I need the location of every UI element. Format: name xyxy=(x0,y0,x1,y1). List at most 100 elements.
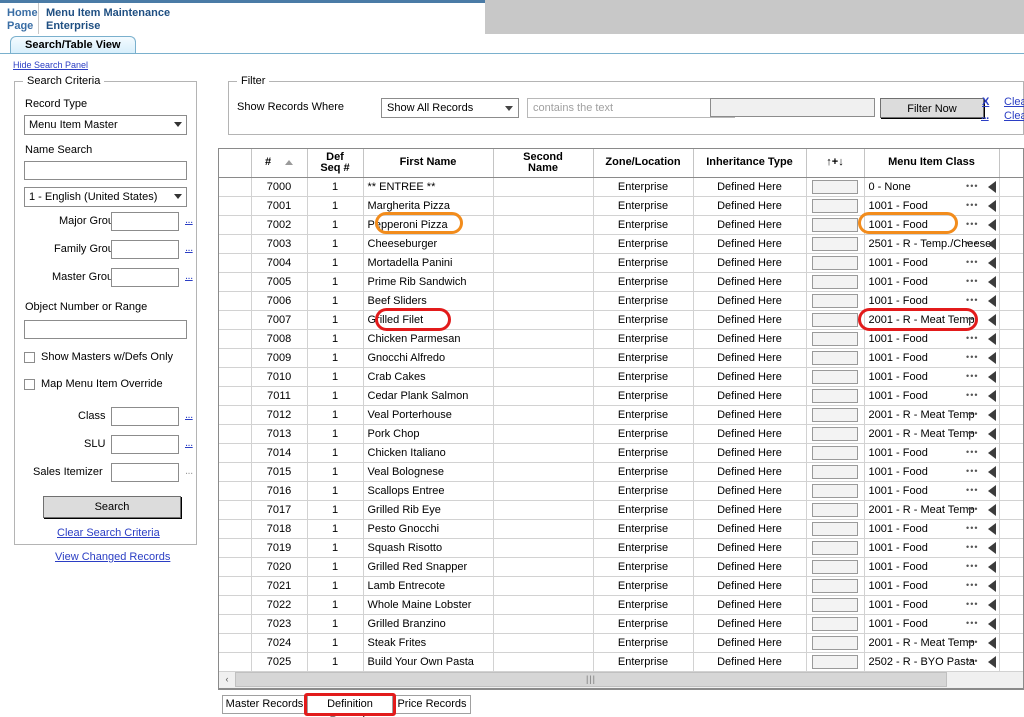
class-lookup-dots-icon[interactable]: ••• xyxy=(966,637,978,647)
cell-def-seq[interactable]: 1 xyxy=(307,367,364,387)
cell-number[interactable]: 7017 xyxy=(251,500,308,520)
cell-def-seq[interactable]: 1 xyxy=(307,253,364,273)
scrollbar-thumb[interactable]: ||| xyxy=(235,672,947,687)
class-dropdown-arrow-icon[interactable] xyxy=(987,237,996,250)
cell-second-name[interactable] xyxy=(493,652,594,672)
cell-inherit-toggle[interactable] xyxy=(806,253,865,273)
row-selector-cell[interactable] xyxy=(219,367,252,387)
column-header-first-name[interactable]: First Name xyxy=(363,149,494,178)
inherit-toggle-box[interactable] xyxy=(812,331,858,346)
cell-def-seq[interactable]: 1 xyxy=(307,234,364,254)
cell-number[interactable]: 7016 xyxy=(251,481,308,501)
table-row[interactable]: 7025 1 Build Your Own Pasta Enterprise Defin… xyxy=(219,652,1023,672)
cell-def-seq[interactable]: 1 xyxy=(307,519,364,539)
cell-zone-location[interactable]: Enterprise xyxy=(593,253,694,273)
cell-inheritance-type[interactable]: Defined Here xyxy=(693,272,807,292)
table-row[interactable]: 7019 1 Squash Risotto Enterprise Defined Her… xyxy=(219,538,1023,558)
class-lookup-dots-icon[interactable]: ••• xyxy=(966,390,978,400)
cell-inheritance-type[interactable]: Defined Here xyxy=(693,234,807,254)
class-lookup-dots-icon[interactable]: ••• xyxy=(966,352,978,362)
cell-second-name[interactable] xyxy=(493,595,594,615)
class-dropdown-arrow-icon[interactable] xyxy=(987,617,996,630)
row-selector-cell[interactable] xyxy=(219,538,252,558)
inherit-toggle-box[interactable] xyxy=(812,312,858,327)
cell-inheritance-type[interactable]: Defined Here xyxy=(693,538,807,558)
cell-inheritance-type[interactable]: Defined Here xyxy=(693,253,807,273)
cell-def-seq[interactable]: 1 xyxy=(307,633,364,653)
family-group-input[interactable] xyxy=(111,240,179,259)
class-lookup-dots-icon[interactable]: ••• xyxy=(966,257,978,267)
inherit-toggle-box[interactable] xyxy=(812,293,858,308)
table-row[interactable]: 7018 1 Pesto Gnocchi Enterprise Defined Here… xyxy=(219,519,1023,539)
row-selector-cell[interactable] xyxy=(219,234,252,254)
cell-menu-item-class[interactable]: 1001 - Food ••• xyxy=(864,329,1000,349)
cell-menu-item-class[interactable]: 0 - None ••• xyxy=(864,177,1000,197)
table-row[interactable]: 7004 1 Mortadella Panini Enterprise Defined … xyxy=(219,253,1023,273)
cell-first-name[interactable]: Prime Rib Sandwich xyxy=(363,272,494,292)
table-row[interactable]: 7005 1 Prime Rib Sandwich Enterprise Defined… xyxy=(219,272,1023,292)
class-lookup-dots-icon[interactable]: ••• xyxy=(966,238,978,248)
cell-zone-location[interactable]: Enterprise xyxy=(593,386,694,406)
inherit-toggle-box[interactable] xyxy=(812,445,858,460)
cell-first-name[interactable]: Beef Sliders xyxy=(363,291,494,311)
slu-lookup-button[interactable]: ... xyxy=(185,437,193,449)
class-lookup-dots-icon[interactable]: ••• xyxy=(966,580,978,590)
cell-def-seq[interactable]: 1 xyxy=(307,576,364,596)
cell-second-name[interactable] xyxy=(493,329,594,349)
cell-zone-location[interactable]: Enterprise xyxy=(593,215,694,235)
cell-number[interactable]: 7014 xyxy=(251,443,308,463)
cell-number[interactable]: 7024 xyxy=(251,633,308,653)
table-row[interactable]: 7021 1 Lamb Entrecote Enterprise Defined Her… xyxy=(219,576,1023,596)
class-lookup-dots-icon[interactable]: ••• xyxy=(966,542,978,552)
cell-first-name[interactable]: Veal Porterhouse xyxy=(363,405,494,425)
cell-first-name[interactable]: Grilled Filet xyxy=(363,310,494,330)
table-row[interactable]: 7023 1 Grilled Branzino Enterprise Defined H… xyxy=(219,614,1023,634)
cell-number[interactable]: 7009 xyxy=(251,348,308,368)
records-grid[interactable]: # Def Seq # First Name Second Name Zone/… xyxy=(218,148,1024,690)
cell-inheritance-type[interactable]: Defined Here xyxy=(693,386,807,406)
cell-inherit-toggle[interactable] xyxy=(806,272,865,292)
cell-number[interactable]: 7004 xyxy=(251,253,308,273)
class-lookup-dots-icon[interactable]: ••• xyxy=(966,428,978,438)
breadcrumb-home-page[interactable]: Home Page xyxy=(0,3,38,34)
table-row[interactable]: 7013 1 Pork Chop Enterprise Defined Here 2001… xyxy=(219,424,1023,444)
cell-inheritance-type[interactable]: Defined Here xyxy=(693,310,807,330)
inherit-toggle-box[interactable] xyxy=(812,654,858,669)
cell-first-name[interactable]: Chicken Italiano xyxy=(363,443,494,463)
inherit-toggle-box[interactable] xyxy=(812,369,858,384)
cell-inheritance-type[interactable]: Defined Here xyxy=(693,576,807,596)
cell-inherit-toggle[interactable] xyxy=(806,348,865,368)
table-row[interactable]: 7003 1 Cheeseburger Enterprise Defined Here 2… xyxy=(219,234,1023,254)
column-header-inherit-toggle[interactable]: ↑+↓ xyxy=(806,149,865,178)
cell-second-name[interactable] xyxy=(493,462,594,482)
cell-first-name[interactable]: Cedar Plank Salmon xyxy=(363,386,494,406)
table-row[interactable]: 7012 1 Veal Porterhouse Enterprise Defined H… xyxy=(219,405,1023,425)
inherit-toggle-box[interactable] xyxy=(812,540,858,555)
class-lookup-dots-icon[interactable]: ••• xyxy=(966,599,978,609)
cell-inherit-toggle[interactable] xyxy=(806,633,865,653)
row-selector-cell[interactable] xyxy=(219,405,252,425)
cell-number[interactable]: 7005 xyxy=(251,272,308,292)
class-lookup-dots-icon[interactable]: ••• xyxy=(966,466,978,476)
cell-inheritance-type[interactable]: Defined Here xyxy=(693,500,807,520)
cell-inherit-toggle[interactable] xyxy=(806,595,865,615)
clear-search-criteria-link[interactable]: Clear Search Criteria xyxy=(57,527,160,539)
cell-inherit-toggle[interactable] xyxy=(806,519,865,539)
row-selector-cell[interactable] xyxy=(219,272,252,292)
cell-second-name[interactable] xyxy=(493,367,594,387)
cell-zone-location[interactable]: Enterprise xyxy=(593,614,694,634)
cell-first-name[interactable]: Crab Cakes xyxy=(363,367,494,387)
row-selector-cell[interactable] xyxy=(219,614,252,634)
cell-def-seq[interactable]: 1 xyxy=(307,272,364,292)
cell-first-name[interactable]: Margherita Pizza xyxy=(363,196,494,216)
filter-now-button[interactable]: Filter Now xyxy=(880,98,984,118)
cell-zone-location[interactable]: Enterprise xyxy=(593,272,694,292)
cell-second-name[interactable] xyxy=(493,557,594,577)
cell-first-name[interactable]: Mortadella Panini xyxy=(363,253,494,273)
class-lookup-dots-icon[interactable]: ••• xyxy=(966,181,978,191)
cell-def-seq[interactable]: 1 xyxy=(307,557,364,577)
cell-inherit-toggle[interactable] xyxy=(806,614,865,634)
cell-menu-item-class[interactable]: 2501 - R - Temp./Cheese ••• xyxy=(864,234,1000,254)
cell-first-name[interactable]: Grilled Branzino xyxy=(363,614,494,634)
table-row[interactable]: 7001 1 Margherita Pizza Enterprise Defined H… xyxy=(219,196,1023,216)
